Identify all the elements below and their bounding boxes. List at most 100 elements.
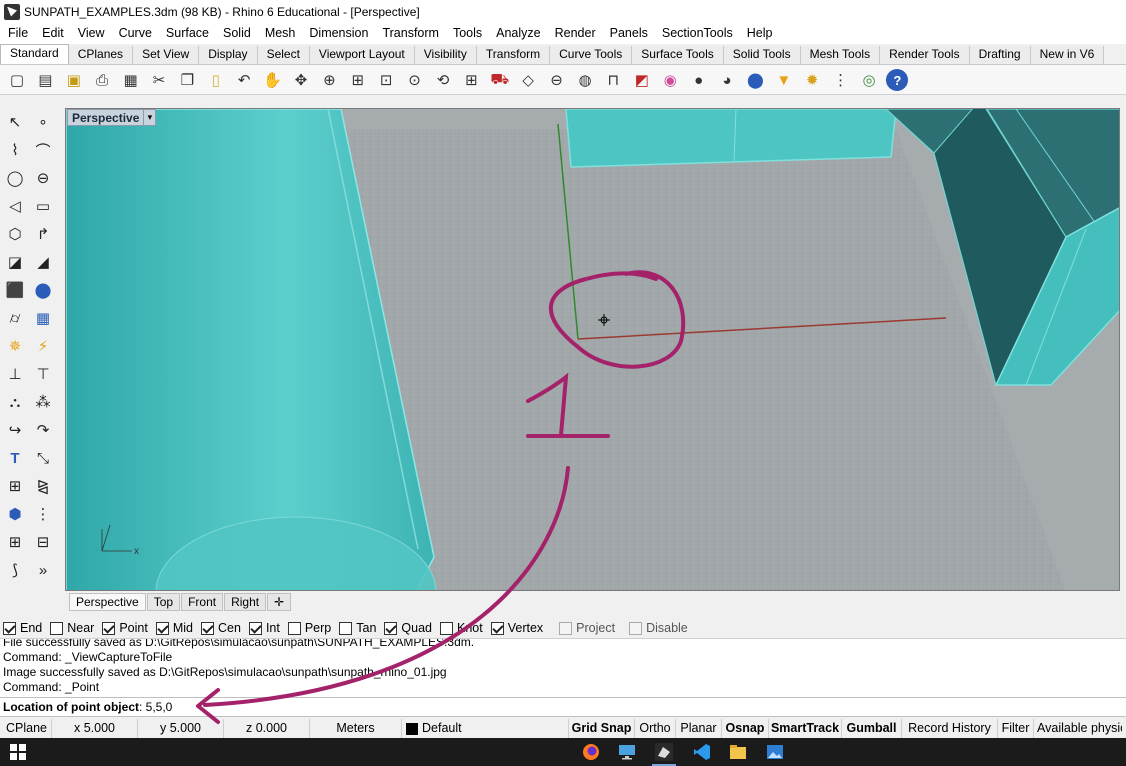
firefox-icon[interactable] <box>579 741 603 763</box>
windows-start-icon[interactable] <box>6 741 30 763</box>
tab-drafting[interactable]: Drafting <box>969 46 1031 64</box>
tab-viewport-layout[interactable]: Viewport Layout <box>309 46 415 64</box>
vscode-icon[interactable] <box>690 741 714 763</box>
status-grid-snap[interactable]: Grid Snap <box>569 719 635 738</box>
viewport-menu-button[interactable]: ▾ <box>143 110 155 125</box>
menu-edit[interactable]: Edit <box>35 23 71 44</box>
dimension-icon[interactable]: ⤡ <box>31 446 55 470</box>
osnap-cen-checkbox[interactable] <box>201 621 214 635</box>
tab-render-tools[interactable]: Render Tools <box>880 46 970 64</box>
extrude-surface-icon[interactable]: ◢ <box>31 250 55 274</box>
block-icon[interactable]: ⬢ <box>3 502 27 526</box>
sphere-solid-icon[interactable]: ⬤ <box>31 278 55 302</box>
lock-icon[interactable]: ⊓ <box>602 69 624 91</box>
status-filter[interactable]: Filter <box>998 719 1034 738</box>
split-icon[interactable]: ⊤ <box>31 362 55 386</box>
rotate-view-icon[interactable]: ✥ <box>290 69 312 91</box>
perspective-viewport[interactable]: x <box>65 108 1120 591</box>
menu-tools[interactable]: Tools <box>446 23 489 44</box>
menu-analyze[interactable]: Analyze <box>489 23 547 44</box>
zoom-dynamic-icon[interactable]: ⊕ <box>318 69 340 91</box>
menu-curve[interactable]: Curve <box>112 23 159 44</box>
sphere-icon[interactable]: ⬤ <box>744 69 766 91</box>
grid-dots-icon[interactable]: ⋮ <box>830 69 852 91</box>
tab-mesh-tools[interactable]: Mesh Tools <box>800 46 881 64</box>
top-box-object[interactable] <box>565 109 897 168</box>
osnap-cen[interactable]: Cen <box>201 621 241 635</box>
osnap-point[interactable]: Point <box>102 621 148 635</box>
color-wheel-icon[interactable]: ◉ <box>659 69 681 91</box>
tab-surface-tools[interactable]: Surface Tools <box>632 46 724 64</box>
osnap-end[interactable]: End <box>3 621 42 635</box>
filter-icon[interactable]: ▼ <box>773 69 795 91</box>
import-icon[interactable]: ▦ <box>120 69 142 91</box>
tab-set-view[interactable]: Set View <box>133 46 200 64</box>
explode-icon[interactable]: ✵ <box>3 334 27 358</box>
select-icon[interactable]: ↖ <box>3 110 27 134</box>
layers-icon[interactable]: ⊟ <box>31 530 55 554</box>
zoom-selected-icon[interactable]: ⊙ <box>404 69 426 91</box>
tab-select[interactable]: Select <box>257 46 310 64</box>
tab-solid-tools[interactable]: Solid Tools <box>723 46 801 64</box>
tab-new-in-v6[interactable]: New in V6 <box>1030 46 1105 64</box>
osnap-disable-checkbox[interactable] <box>629 621 643 635</box>
copy-icon[interactable]: ❐ <box>176 69 198 91</box>
menu-mesh[interactable]: Mesh <box>258 23 303 44</box>
osnap-tan[interactable]: Tan <box>339 621 376 635</box>
viewport-tab-front[interactable]: Front <box>181 592 224 611</box>
menu-panels[interactable]: Panels <box>603 23 655 44</box>
grid-icon[interactable]: ⋮ <box>31 502 55 526</box>
viewport-title[interactable]: Perspective ▾ <box>67 109 157 126</box>
edit-curve-icon[interactable]: ↷ <box>31 418 55 442</box>
osnap-quad-checkbox[interactable] <box>384 621 398 635</box>
status-cplane[interactable]: CPlane <box>0 719 52 738</box>
osnap-disable[interactable]: Disable <box>629 621 688 635</box>
viewport-tab-top[interactable]: Top <box>146 592 181 611</box>
osnap-mid[interactable]: Mid <box>155 621 193 635</box>
paste-icon[interactable]: ▯ <box>205 69 227 91</box>
menu-render[interactable]: Render <box>548 23 603 44</box>
tab-display[interactable]: Display <box>199 46 258 64</box>
osnap-vertex[interactable]: Vertex <box>490 621 543 635</box>
osnap-mid-checkbox[interactable] <box>155 621 169 635</box>
help-icon[interactable]: ? <box>886 69 909 91</box>
mirror-icon[interactable]: ⧎ <box>31 474 55 498</box>
rhino-icon[interactable] <box>652 741 676 763</box>
grasshopper-icon[interactable]: ◎ <box>858 69 880 91</box>
circle-icon[interactable]: ◯ <box>3 166 27 190</box>
menu-help[interactable]: Help <box>740 23 780 44</box>
fillet-curve-icon[interactable]: ↱ <box>31 222 55 246</box>
status-record-history[interactable]: Record History <box>902 719 998 738</box>
four-viewports-icon[interactable]: ⊞ <box>460 69 482 91</box>
osnap-perp-checkbox[interactable] <box>287 621 301 635</box>
undo-view-icon[interactable]: ⟲ <box>432 69 454 91</box>
file-explorer-icon[interactable] <box>726 741 750 763</box>
array-icon[interactable]: ⊞ <box>3 474 27 498</box>
mesh-icon[interactable]: ▦ <box>31 306 55 330</box>
box-icon[interactable]: ⬛ <box>3 278 27 302</box>
open-icon[interactable]: ▤ <box>34 69 56 91</box>
matrix-icon[interactable]: ⊞ <box>3 530 27 554</box>
point-icon[interactable]: ∘ <box>31 110 55 134</box>
status-gumball[interactable]: Gumball <box>842 719 902 738</box>
status-layer[interactable]: Default <box>402 719 569 738</box>
osnap-int-checkbox[interactable] <box>248 621 262 635</box>
status-planar[interactable]: Planar <box>676 719 722 738</box>
add-viewport-tab-button[interactable]: ✛ <box>267 592 292 611</box>
osnap-int[interactable]: Int <box>248 621 280 635</box>
scroll-icon[interactable]: ⟆ <box>3 558 27 582</box>
menu-view[interactable]: View <box>71 23 112 44</box>
arc-icon[interactable]: ◁ <box>3 194 27 218</box>
tab-curve-tools[interactable]: Curve Tools <box>550 46 633 64</box>
status-smarttrack[interactable]: SmartTrack <box>769 719 842 738</box>
group-icon[interactable]: ⛬ <box>3 390 27 414</box>
status-osnap[interactable]: Osnap <box>722 719 769 738</box>
render-sphere-icon[interactable]: ◕ <box>716 69 738 91</box>
command-prompt[interactable]: Location of point object: 5,5,0 <box>0 697 1126 717</box>
more-icon[interactable]: » <box>31 558 55 582</box>
points-group-icon[interactable]: ⁂ <box>31 390 55 414</box>
curve-icon[interactable]: ⌒ <box>31 138 55 162</box>
tab-visibility[interactable]: Visibility <box>414 46 477 64</box>
shaded-sphere-icon[interactable]: ● <box>688 69 710 91</box>
polyline-icon[interactable]: ⌇ <box>3 138 27 162</box>
